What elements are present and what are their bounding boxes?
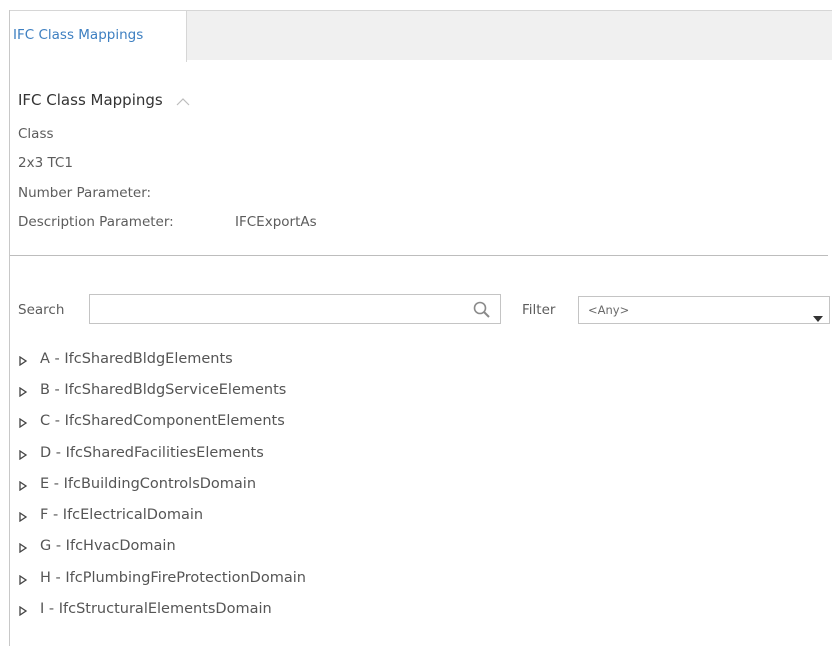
tree-item[interactable]: E - IfcBuildingControlsDomain [18, 468, 306, 499]
caret-right-icon[interactable] [18, 510, 28, 523]
tree-item-label: C - IfcSharedComponentElements [40, 413, 285, 430]
description-parameter-value: IFCExportAs [235, 214, 317, 230]
caret-right-icon[interactable] [18, 385, 28, 398]
chevron-up-icon[interactable] [175, 94, 191, 106]
tab-label: IFC Class Mappings [13, 27, 144, 43]
number-parameter-label: Number Parameter: [18, 185, 152, 201]
tab-bar: IFC Class Mappings [10, 10, 832, 62]
tree-item-label: G - IfcHvacDomain [40, 538, 176, 555]
section-header[interactable]: IFC Class Mappings [18, 91, 191, 109]
tab-ifc-class-mappings[interactable]: IFC Class Mappings [10, 10, 187, 62]
ifc-class-mappings-panel: IFC Class Mappings IFC Class Mappings Cl… [0, 0, 832, 646]
section-divider [10, 255, 828, 256]
search-input[interactable] [94, 298, 468, 322]
filter-selected-value: <Any> [588, 303, 630, 317]
tree-item[interactable]: D - IfcSharedFacilitiesElements [18, 437, 306, 468]
tree-item[interactable]: I - IfcStructuralElementsDomain [18, 593, 306, 624]
tree-item[interactable]: H - IfcPlumbingFireProtectionDomain [18, 562, 306, 593]
ifc-class-tree: A - IfcSharedBldgElements B - IfcSharedB… [18, 343, 306, 625]
tree-item[interactable]: A - IfcSharedBldgElements [18, 343, 306, 374]
tree-item[interactable]: B - IfcSharedBldgServiceElements [18, 374, 306, 405]
caret-right-icon[interactable] [18, 448, 28, 460]
filter-dropdown[interactable]: <Any> [578, 296, 830, 324]
tree-item-label: F - IfcElectricalDomain [40, 507, 204, 524]
section-title: IFC Class Mappings [18, 91, 163, 109]
tree-item-label: D - IfcSharedFacilitiesElements [40, 444, 264, 461]
search-field[interactable] [89, 294, 501, 324]
search-icon[interactable] [472, 300, 492, 320]
tree-item-label: B - IfcSharedBldgServiceElements [40, 381, 287, 398]
search-label: Search [18, 302, 65, 318]
tree-item[interactable]: F - IfcElectricalDomain [18, 499, 306, 530]
caret-right-icon[interactable] [18, 604, 28, 617]
class-value: 2x3 TC1 [18, 155, 73, 171]
tree-item-label: H - IfcPlumbingFireProtectionDomain [40, 569, 306, 586]
tree-item[interactable]: C - IfcSharedComponentElements [18, 406, 306, 437]
description-parameter-label: Description Parameter: [18, 214, 174, 230]
caret-right-icon[interactable] [18, 573, 28, 585]
filter-label: Filter [522, 302, 556, 318]
panel-left-border [9, 10, 10, 646]
caret-right-icon[interactable] [18, 354, 28, 366]
caret-right-icon[interactable] [18, 541, 28, 554]
caret-right-icon[interactable] [18, 479, 28, 492]
tree-item-label: A - IfcSharedBldgElements [40, 350, 233, 367]
caret-right-icon[interactable] [18, 416, 28, 429]
tree-item-label: E - IfcBuildingControlsDomain [40, 475, 257, 492]
tree-item[interactable]: G - IfcHvacDomain [18, 531, 306, 562]
tree-item-label: I - IfcStructuralElementsDomain [40, 601, 272, 618]
caret-down-icon[interactable] [813, 307, 823, 322]
class-label: Class [18, 126, 54, 142]
